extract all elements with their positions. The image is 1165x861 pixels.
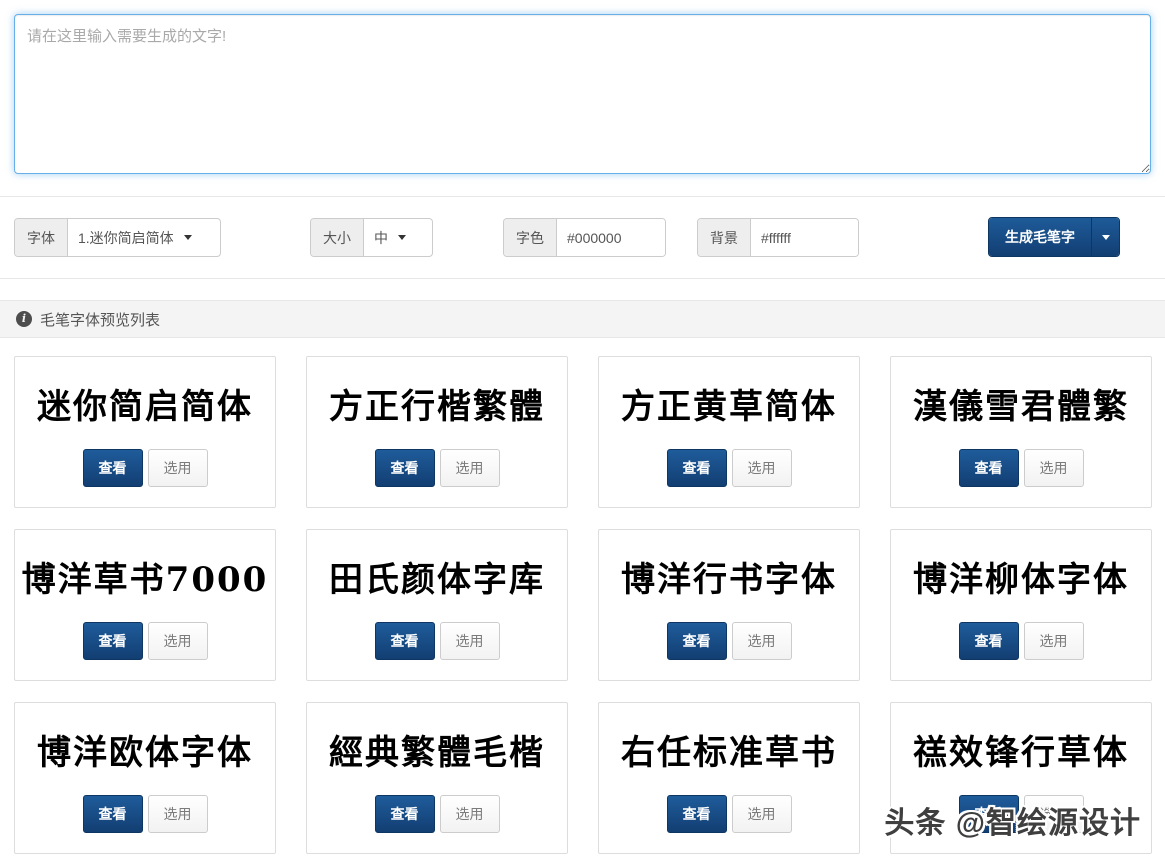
font-card: 經典繁體毛楷 查看 选用 <box>306 702 568 854</box>
divider-toolbar-bottom <box>0 278 1165 279</box>
view-button[interactable]: 查看 <box>374 622 435 660</box>
background-color-field-wrap <box>751 219 858 256</box>
background-color-label: 背景 <box>698 219 751 256</box>
font-preview-text: 禚效锋行草体 <box>913 732 1129 773</box>
view-button[interactable]: 查看 <box>82 795 143 833</box>
select-button[interactable]: 选用 <box>731 449 792 487</box>
card-actions: 查看 选用 <box>15 449 275 487</box>
select-button[interactable]: 选用 <box>731 795 792 833</box>
font-select-group: 字体 1.迷你简启简体 <box>14 218 221 257</box>
select-button[interactable]: 选用 <box>147 622 208 660</box>
view-button[interactable]: 查看 <box>374 795 435 833</box>
font-select-value: 1.迷你简启简体 <box>78 229 174 246</box>
font-card: 右任标准草书 查看 选用 <box>598 702 860 854</box>
font-preview-text: 迷你简启简体 <box>37 386 253 427</box>
card-actions: 查看 选用 <box>891 622 1151 660</box>
font-preview-text: 右任标准草书 <box>621 732 837 773</box>
font-select[interactable]: 1.迷你简启简体 <box>68 219 202 256</box>
font-preview-text: 博洋柳体字体 <box>913 559 1129 600</box>
font-select-label: 字体 <box>15 219 68 256</box>
view-button[interactable]: 查看 <box>958 449 1019 487</box>
size-select-group: 大小 中 <box>310 218 433 257</box>
select-button[interactable]: 选用 <box>731 622 792 660</box>
card-actions: 查看 选用 <box>599 795 859 833</box>
select-button[interactable]: 选用 <box>439 449 500 487</box>
card-actions: 查看 选用 <box>307 622 567 660</box>
card-actions: 查看 选用 <box>15 622 275 660</box>
select-button[interactable]: 选用 <box>439 622 500 660</box>
view-button[interactable]: 查看 <box>666 622 727 660</box>
select-button[interactable]: 选用 <box>1023 449 1084 487</box>
caret-down-icon <box>398 235 406 240</box>
font-card: 博洋欧体字体 查看 选用 <box>14 702 276 854</box>
view-button[interactable]: 查看 <box>374 449 435 487</box>
card-actions: 查看 选用 <box>599 449 859 487</box>
caret-down-icon <box>183 235 192 240</box>
info-icon: i <box>16 311 32 327</box>
card-actions: 查看 选用 <box>891 449 1151 487</box>
font-color-group: 字色 <box>503 218 666 257</box>
view-button[interactable]: 查看 <box>666 795 727 833</box>
font-preview-text: 方正黄草简体 <box>621 386 837 427</box>
view-button[interactable]: 查看 <box>82 622 143 660</box>
font-preview-text: 博洋草书7000 <box>21 559 269 600</box>
font-preview-text: 博洋欧体字体 <box>37 732 253 773</box>
font-card: 方正行楷繁體 查看 选用 <box>306 356 568 508</box>
select-button[interactable]: 选用 <box>147 795 208 833</box>
size-select-label: 大小 <box>311 219 364 256</box>
generate-split-button[interactable]: 生成毛笔字 <box>988 217 1120 257</box>
watermark: 头条 @智绘源设计 <box>884 807 1141 840</box>
font-card: 博洋草书7000 查看 选用 <box>14 529 276 681</box>
generate-button[interactable]: 生成毛笔字 <box>989 218 1091 256</box>
card-actions: 查看 选用 <box>15 795 275 833</box>
font-color-field-wrap <box>557 219 665 256</box>
font-card: 迷你简启简体 查看 选用 <box>14 356 276 508</box>
font-preview-text: 方正行楷繁體 <box>329 386 545 427</box>
background-color-group: 背景 <box>697 218 859 257</box>
select-button[interactable]: 选用 <box>147 449 208 487</box>
font-preview-text: 漢儀雪君體繁 <box>913 386 1129 427</box>
font-card: 田氏颜体字库 查看 选用 <box>306 529 568 681</box>
card-actions: 查看 选用 <box>307 449 567 487</box>
card-actions: 查看 选用 <box>599 622 859 660</box>
font-card: 博洋行书字体 查看 选用 <box>598 529 860 681</box>
font-card: 方正黄草简体 查看 选用 <box>598 356 860 508</box>
size-select-value: 中 <box>374 229 388 246</box>
card-actions: 查看 选用 <box>307 795 567 833</box>
text-input[interactable] <box>14 14 1151 174</box>
select-button[interactable]: 选用 <box>1023 622 1084 660</box>
page: 字体 1.迷你简启简体 大小 中 字色 背景 生成毛笔字 i 毛笔字体预览 <box>0 0 1165 861</box>
select-button[interactable]: 选用 <box>439 795 500 833</box>
font-preview-text: 經典繁體毛楷 <box>329 732 545 773</box>
font-color-label: 字色 <box>504 219 557 256</box>
divider-top <box>0 196 1165 197</box>
font-card: 博洋柳体字体 查看 选用 <box>890 529 1152 681</box>
preview-list-header: i 毛笔字体预览列表 <box>0 300 1165 338</box>
font-card: 漢儀雪君體繁 查看 选用 <box>890 356 1152 508</box>
font-color-input[interactable] <box>567 229 655 246</box>
font-preview-text: 博洋行书字体 <box>621 559 837 600</box>
background-color-input[interactable] <box>761 229 848 246</box>
view-button[interactable]: 查看 <box>958 622 1019 660</box>
caret-down-icon <box>1101 234 1110 240</box>
generate-dropdown-toggle[interactable] <box>1091 218 1119 256</box>
size-select[interactable]: 中 <box>364 219 416 256</box>
view-button[interactable]: 查看 <box>666 449 727 487</box>
preview-list-title: 毛笔字体预览列表 <box>40 311 161 329</box>
font-preview-text: 田氏颜体字库 <box>329 559 545 600</box>
view-button[interactable]: 查看 <box>82 449 143 487</box>
